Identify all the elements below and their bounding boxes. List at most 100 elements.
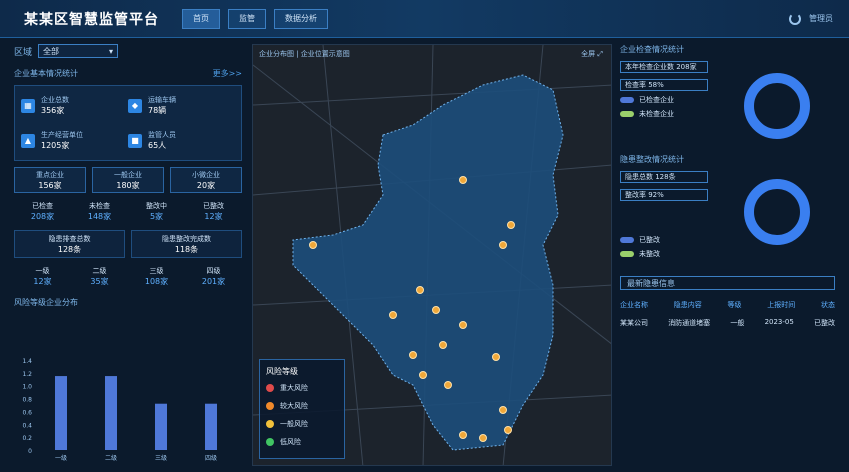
legend-dot bbox=[266, 420, 274, 428]
tab-home[interactable]: 首页 bbox=[182, 8, 220, 29]
legend-title: 风险等级 bbox=[266, 367, 298, 376]
area-select[interactable]: 全部 ▾ bbox=[38, 44, 119, 58]
hazard-cell: 隐患整改完成数 118条 bbox=[131, 230, 242, 258]
bar[interactable] bbox=[105, 376, 117, 450]
map-pin-icon[interactable] bbox=[416, 286, 424, 294]
inspection-cell: 整改中 5家 bbox=[128, 201, 185, 222]
block-chip: 隐患总数 128条 bbox=[620, 171, 708, 183]
inspection-row: 已检查 208家 未检查 148家 整改中 5家 已整改 12家 bbox=[14, 201, 242, 222]
legend-label: 未检查企业 bbox=[639, 110, 674, 118]
map-pin-icon[interactable] bbox=[439, 341, 447, 349]
type-cell[interactable]: 一般企业 180家 bbox=[92, 167, 164, 193]
map-pin-icon[interactable] bbox=[459, 431, 467, 439]
map-pin-icon[interactable] bbox=[444, 381, 452, 389]
inspection-cell: 已检查 208家 bbox=[14, 201, 71, 222]
legend-dot bbox=[266, 438, 274, 446]
y-tick-label: 0.8 bbox=[22, 397, 32, 404]
bar[interactable] bbox=[155, 403, 167, 450]
table-cell: 一般 bbox=[730, 319, 745, 327]
legend-dot bbox=[266, 384, 274, 392]
risk-label: 三级 bbox=[149, 267, 164, 275]
map-pin-icon[interactable] bbox=[504, 426, 512, 434]
y-tick-label: 1.0 bbox=[22, 384, 32, 391]
inspection-label: 已检查 bbox=[32, 202, 53, 210]
risk-label: 二级 bbox=[92, 267, 107, 275]
inspection-label: 已整改 bbox=[203, 202, 224, 210]
legend-item[interactable]: 低风险 bbox=[266, 437, 338, 447]
bar[interactable] bbox=[205, 403, 217, 450]
block-title: 隐患整改情况统计 bbox=[620, 155, 684, 164]
x-tick-label: 一级 bbox=[55, 454, 67, 462]
legend-item[interactable]: 重大风险 bbox=[266, 383, 338, 393]
map-pin-icon[interactable] bbox=[492, 353, 500, 361]
type-cell[interactable]: 小微企业 20家 bbox=[170, 167, 242, 193]
tab-supervision[interactable]: 监管 bbox=[228, 8, 266, 29]
road-line bbox=[253, 84, 611, 106]
legend-item[interactable]: 一般风险 bbox=[266, 419, 338, 429]
map-pin-icon[interactable] bbox=[499, 406, 507, 414]
risk-cell: 二级 35家 bbox=[71, 266, 128, 287]
map-pin-icon[interactable] bbox=[309, 241, 317, 249]
block-title: 企业检查情况统计 bbox=[620, 45, 684, 54]
risk-cell: 三级 108家 bbox=[128, 266, 185, 287]
table-header-cell: 状态 bbox=[821, 301, 835, 309]
map-pin-icon[interactable] bbox=[479, 434, 487, 442]
fullscreen-button[interactable]: 全屏 ⤢ bbox=[581, 49, 603, 59]
legend-swatch bbox=[620, 97, 634, 103]
y-tick-label: 0.4 bbox=[22, 422, 32, 429]
right-panel: 企业检查情况统计 本年检查企业数 208家 检查率 58% 已检查企业 未检查企… bbox=[620, 44, 835, 466]
stat-item: ▦ 企业总数 356家 bbox=[21, 92, 128, 119]
map-pin-icon[interactable] bbox=[432, 306, 440, 314]
map-pin-icon[interactable] bbox=[459, 321, 467, 329]
bar[interactable] bbox=[55, 376, 67, 450]
area-select-value: 全部 bbox=[43, 46, 60, 56]
donut-ring bbox=[744, 73, 810, 139]
hazard-value: 118条 bbox=[174, 244, 199, 254]
map-pin-icon[interactable] bbox=[409, 351, 417, 359]
legend-item[interactable]: 较大风险 bbox=[266, 401, 338, 411]
table-cell: 已整改 bbox=[814, 319, 835, 327]
legend-label: 低风险 bbox=[280, 438, 301, 446]
risk-cell: 一级 12家 bbox=[14, 266, 71, 287]
inspection-donut bbox=[744, 73, 810, 139]
x-tick-label: 四级 bbox=[205, 454, 217, 462]
map-title: 企业分布图 | 企业位置示意图 bbox=[259, 50, 350, 58]
inspection-value: 12家 bbox=[204, 212, 223, 221]
map-pin-icon[interactable] bbox=[389, 311, 397, 319]
map-view[interactable]: 企业分布图 | 企业位置示意图 全屏 ⤢ 风险等级 重大风险 较大风险 一般风险… bbox=[252, 44, 612, 466]
inspection-value: 148家 bbox=[87, 212, 112, 221]
map-pin-icon[interactable] bbox=[507, 221, 515, 229]
table-header-cell: 隐患内容 bbox=[673, 301, 702, 309]
tab-analysis[interactable]: 数据分析 bbox=[274, 8, 328, 29]
map-legend: 风险等级 重大风险 较大风险 一般风险 低风险 bbox=[259, 359, 345, 459]
table-cell: 消防通道堵塞 bbox=[668, 319, 711, 327]
overview-more-link[interactable]: 更多>> bbox=[213, 68, 242, 79]
power-icon[interactable] bbox=[789, 12, 801, 25]
table-header: 企业名称 隐患内容 等级 上报时间 状态 bbox=[620, 300, 835, 310]
risk-value: 12家 bbox=[33, 277, 52, 286]
risk-cell: 四级 201家 bbox=[185, 266, 242, 287]
risk-value: 108家 bbox=[144, 277, 169, 286]
enterprise-type-row: 重点企业 156家 一般企业 180家 小微企业 20家 bbox=[14, 167, 242, 193]
map-pin-icon[interactable] bbox=[419, 371, 427, 379]
block-chip: 整改率 92% bbox=[620, 189, 708, 201]
table-header-cell: 等级 bbox=[727, 301, 742, 309]
stat-label: 运输车辆 bbox=[148, 96, 176, 104]
legend-label: 未整改 bbox=[639, 250, 660, 258]
table-row[interactable]: 某某公司 消防通道堵塞 一般 2023-05 已整改 bbox=[620, 318, 835, 328]
overview-title: 企业基本情况统计 bbox=[14, 69, 78, 78]
type-cell[interactable]: 重点企业 156家 bbox=[14, 167, 86, 193]
block-chip: 检查率 58% bbox=[620, 79, 708, 91]
stat-value: 78辆 bbox=[148, 106, 167, 115]
x-tick-label: 二级 bbox=[105, 454, 117, 462]
type-value: 180家 bbox=[116, 180, 140, 190]
hazard-row: 隐患排查总数 128条 隐患整改完成数 118条 bbox=[14, 230, 242, 258]
map-pin-icon[interactable] bbox=[499, 241, 507, 249]
legend-dot bbox=[266, 402, 274, 410]
y-tick-label: 0 bbox=[28, 448, 32, 455]
legend-item: 未整改 bbox=[620, 249, 835, 259]
hazard-label: 隐患排查总数 bbox=[48, 234, 91, 243]
map-pin-icon[interactable] bbox=[459, 176, 467, 184]
inspection-value: 5家 bbox=[149, 212, 164, 221]
user-name[interactable]: 管理员 bbox=[809, 13, 833, 24]
